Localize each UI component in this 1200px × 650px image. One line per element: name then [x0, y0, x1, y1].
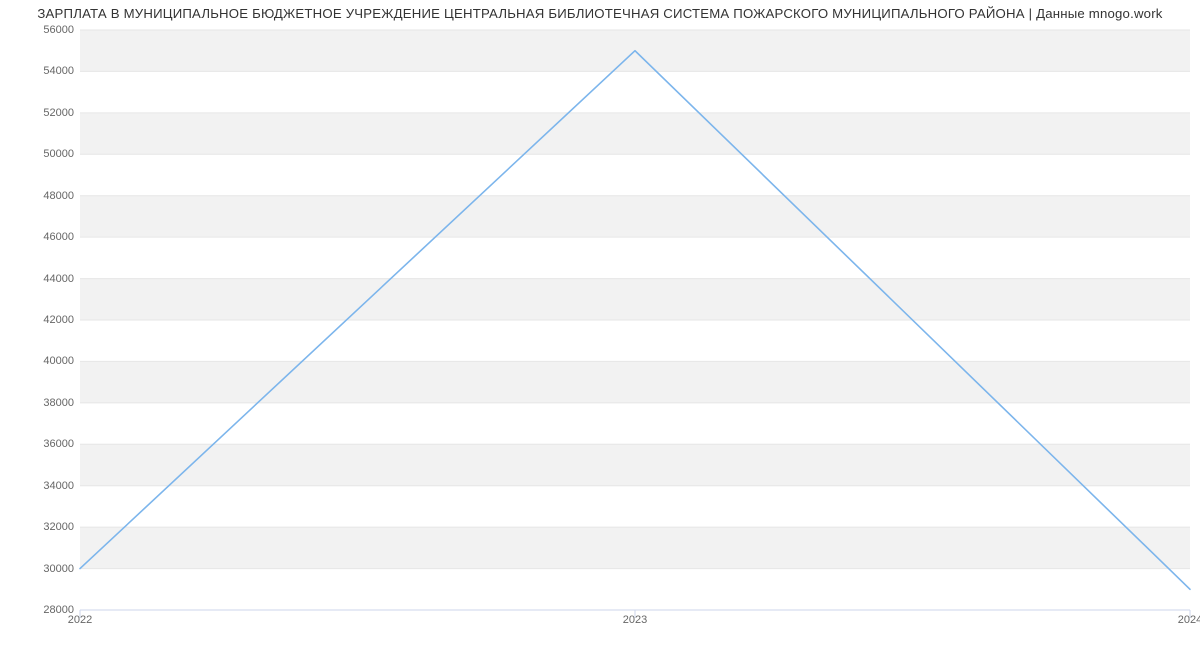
chart-title: ЗАРПЛАТА В МУНИЦИПАЛЬНОЕ БЮДЖЕТНОЕ УЧРЕЖ… [0, 6, 1200, 21]
x-tick-label: 2022 [68, 614, 92, 626]
y-tick-label: 30000 [14, 563, 74, 575]
y-tick-label: 52000 [14, 107, 74, 119]
y-tick-label: 48000 [14, 190, 74, 202]
x-tick-label: 2024 [1178, 614, 1200, 626]
plot-area [80, 30, 1190, 610]
y-tick-label: 34000 [14, 480, 74, 492]
y-tick-label: 28000 [14, 604, 74, 616]
y-tick-label: 40000 [14, 355, 74, 367]
line-chart: ЗАРПЛАТА В МУНИЦИПАЛЬНОЕ БЮДЖЕТНОЕ УЧРЕЖ… [0, 0, 1200, 650]
y-tick-label: 32000 [14, 521, 74, 533]
y-tick-label: 38000 [14, 397, 74, 409]
y-tick-label: 54000 [14, 65, 74, 77]
y-tick-label: 44000 [14, 273, 74, 285]
x-tick-label: 2023 [623, 614, 647, 626]
y-tick-label: 42000 [14, 314, 74, 326]
y-tick-label: 56000 [14, 24, 74, 36]
y-tick-label: 36000 [14, 438, 74, 450]
y-tick-label: 46000 [14, 231, 74, 243]
y-tick-label: 50000 [14, 148, 74, 160]
chart-svg [80, 30, 1190, 610]
